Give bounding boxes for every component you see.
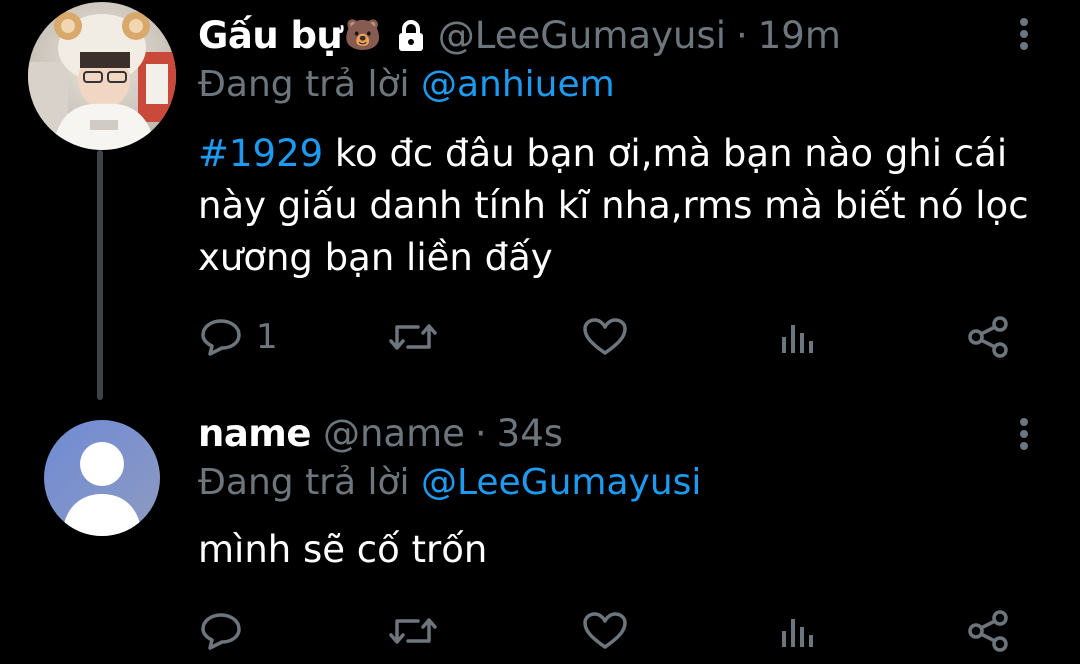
reply-mention[interactable]: @anhiuem	[421, 64, 615, 105]
handle[interactable]: @LeeGumayusi	[438, 14, 726, 57]
like-button[interactable]	[582, 312, 628, 362]
action-bar	[0, 606, 1080, 656]
hashtag-link[interactable]: #1929	[198, 132, 323, 175]
thread-line	[97, 150, 103, 400]
reply-button[interactable]: 1	[200, 312, 278, 362]
views-button[interactable]	[778, 606, 818, 656]
reply-prefix: Đang trả lời	[198, 462, 410, 503]
reply-prefix: Đang trả lời	[198, 64, 410, 105]
avatar-photo	[28, 2, 176, 150]
tweet-text: mình sẽ cố trốn	[198, 528, 488, 571]
views-button[interactable]	[778, 312, 818, 362]
share-icon	[966, 609, 1010, 653]
bar-chart-icon	[778, 611, 818, 651]
tweet-header: Gấu bự 🐻 @LeeGumayusi · 19m	[198, 14, 841, 57]
vertical-ellipsis-icon[interactable]	[1012, 414, 1036, 454]
replying-to: Đang trả lời @anhiuem	[198, 64, 615, 105]
bear-emoji: 🐻	[344, 17, 382, 53]
vertical-ellipsis-icon[interactable]	[1012, 14, 1036, 54]
share-button[interactable]	[966, 312, 1010, 362]
like-button[interactable]	[582, 606, 628, 656]
bar-chart-icon	[778, 317, 818, 357]
handle[interactable]: @name	[323, 412, 465, 455]
tweet-text: #1929 ko đc đâu bạn ơi,mà bạn nào ghi cá…	[198, 128, 1058, 284]
retweet-button[interactable]	[388, 312, 438, 362]
display-name[interactable]: Gấu bự	[198, 14, 343, 57]
avatar[interactable]	[44, 420, 160, 536]
speech-bubble-icon	[200, 611, 244, 651]
separator-dot: ·	[474, 412, 487, 455]
replying-to: Đang trả lời @LeeGumayusi	[198, 462, 701, 503]
timestamp[interactable]: 34s	[497, 412, 563, 455]
separator-dot: ·	[735, 14, 748, 57]
tweet[interactable]: Gấu bự 🐻 @LeeGumayusi · 19m Đang trả lời…	[0, 0, 1080, 400]
display-name[interactable]: name	[198, 412, 311, 455]
reply-count: 1	[256, 317, 278, 357]
heart-icon	[582, 317, 628, 357]
reply-button[interactable]	[200, 606, 256, 656]
tweet-header: name @name · 34s	[198, 412, 563, 455]
heart-icon	[582, 611, 628, 651]
speech-bubble-icon	[200, 317, 244, 357]
default-avatar-icon	[44, 420, 160, 536]
action-bar: 1	[0, 312, 1080, 362]
tweet-text-body: ko đc đâu bạn ơi,mà bạn nào ghi cái này …	[198, 132, 1029, 279]
retweet-button[interactable]	[388, 606, 438, 656]
lock-icon	[396, 19, 426, 52]
share-icon	[966, 315, 1010, 359]
timestamp[interactable]: 19m	[758, 14, 841, 57]
tweet[interactable]: name @name · 34s Đang trả lời @LeeGumayu…	[0, 400, 1080, 664]
retweet-icon	[388, 611, 438, 651]
share-button[interactable]	[966, 606, 1010, 656]
reply-mention[interactable]: @LeeGumayusi	[421, 462, 701, 503]
retweet-icon	[388, 317, 438, 357]
avatar[interactable]	[28, 2, 176, 150]
